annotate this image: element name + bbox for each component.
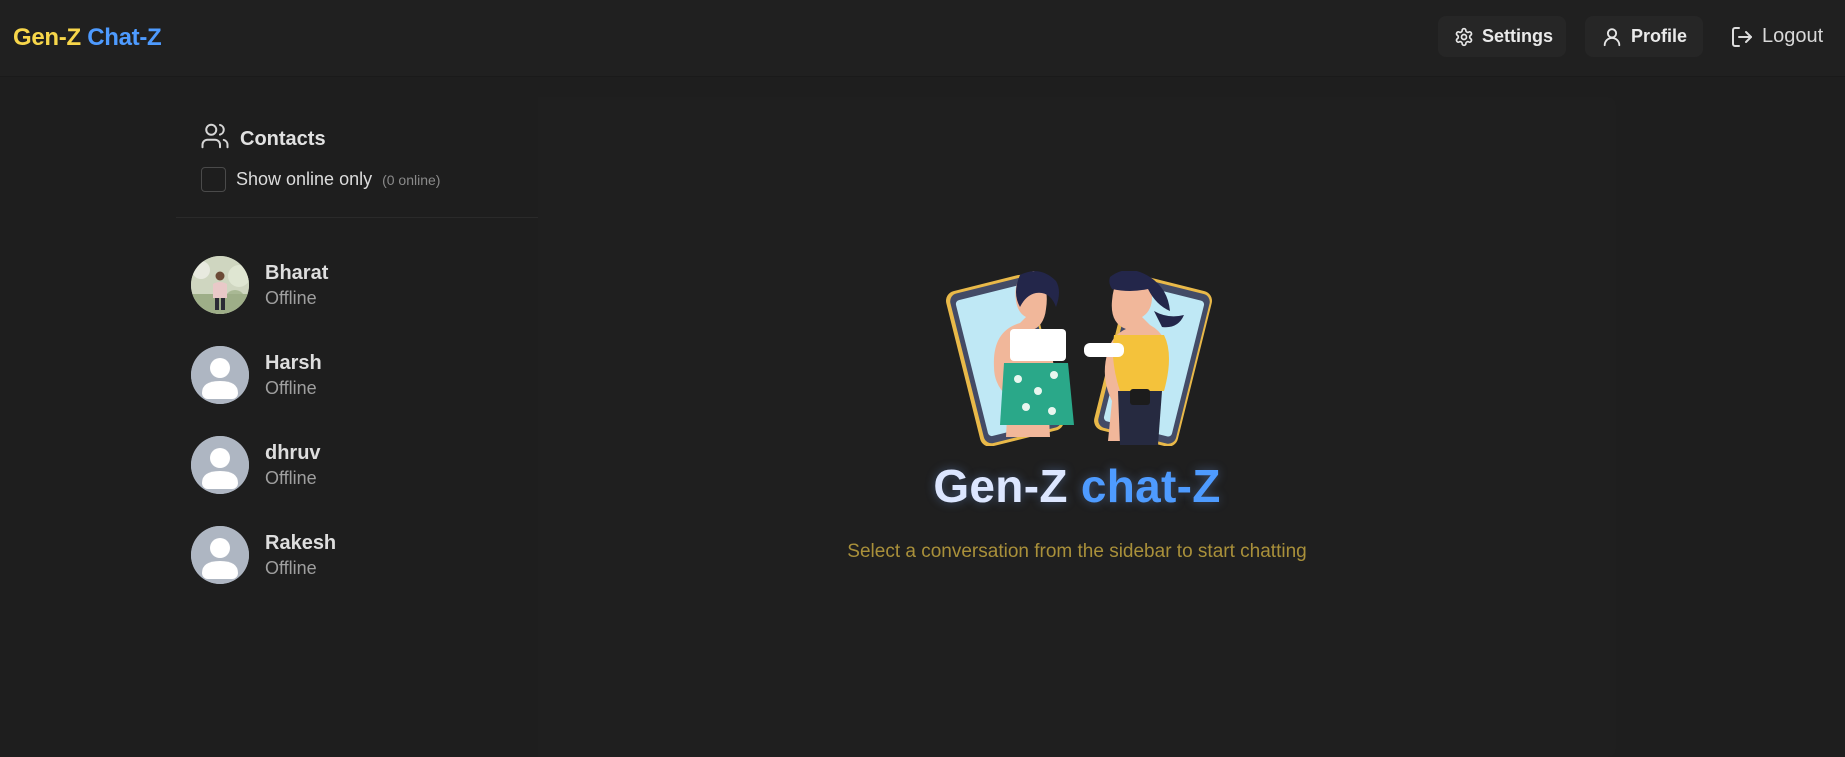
logout-icon bbox=[1730, 25, 1754, 49]
contact-name: Rakesh bbox=[265, 532, 337, 554]
welcome-title-part-1: Gen-Z bbox=[933, 460, 1068, 512]
logo-part-2: Chat-Z bbox=[87, 24, 162, 51]
contact-status: Offline bbox=[265, 468, 317, 488]
logout-button[interactable]: Logout bbox=[1714, 16, 1836, 57]
contact-item-rakesh[interactable]: Rakesh Offline bbox=[176, 510, 538, 600]
settings-label: Settings bbox=[1482, 26, 1554, 46]
chat-container: Contacts Show online only (0 online) Bha… bbox=[176, 97, 1616, 757]
avatar-photo bbox=[191, 256, 249, 314]
online-count: (0 online) bbox=[382, 171, 441, 188]
logout-label: Logout bbox=[1762, 25, 1824, 47]
app-logo[interactable]: Gen-Z Chat-Z bbox=[13, 24, 162, 52]
show-online-label: Show online only bbox=[236, 169, 373, 189]
contacts-sidebar: Contacts Show online only (0 online) Bha… bbox=[176, 97, 538, 757]
default-user-icon bbox=[191, 436, 249, 494]
welcome-title-part-2: chat-Z bbox=[1080, 460, 1221, 512]
logo-part-1: Gen-Z bbox=[13, 24, 81, 51]
default-user-icon bbox=[191, 346, 249, 404]
settings-button[interactable]: Settings bbox=[1438, 16, 1566, 57]
contact-name: dhruv bbox=[265, 442, 321, 464]
welcome-subtitle: Select a conversation from the sidebar t… bbox=[847, 541, 1307, 562]
two-friends-phones-illustration bbox=[934, 270, 1224, 451]
contact-status: Offline bbox=[265, 288, 317, 308]
contact-status: Offline bbox=[265, 558, 317, 578]
profile-button[interactable]: Profile bbox=[1585, 16, 1703, 57]
contact-name: Bharat bbox=[265, 262, 329, 284]
show-online-filter[interactable]: Show online only (0 online) bbox=[201, 167, 440, 192]
user-icon bbox=[1601, 26, 1623, 48]
gear-icon bbox=[1454, 27, 1474, 47]
contact-item-bharat[interactable]: Bharat Offline bbox=[176, 240, 538, 330]
default-user-icon bbox=[191, 526, 249, 584]
contact-status: Offline bbox=[265, 378, 317, 398]
contact-item-harsh[interactable]: Harsh Offline bbox=[176, 330, 538, 420]
users-icon bbox=[200, 121, 230, 157]
contact-name: Harsh bbox=[265, 352, 322, 374]
show-online-checkbox[interactable] bbox=[201, 167, 226, 192]
top-navbar: Gen-Z Chat-Z Settings Profile Logout bbox=[0, 0, 1845, 77]
contacts-heading: Contacts bbox=[200, 121, 326, 157]
contacts-title: Contacts bbox=[240, 127, 326, 150]
contact-list: Bharat Offline Harsh Offline dhruv Offli… bbox=[176, 240, 538, 600]
contact-item-dhruv[interactable]: dhruv Offline bbox=[176, 420, 538, 510]
sidebar-header: Contacts Show online only (0 online) bbox=[176, 97, 538, 218]
welcome-title: Gen-Z chat-Z bbox=[538, 459, 1616, 513]
profile-label: Profile bbox=[1631, 26, 1688, 46]
no-chat-selected: Gen-Z chat-Z Select a conversation from … bbox=[538, 97, 1616, 757]
